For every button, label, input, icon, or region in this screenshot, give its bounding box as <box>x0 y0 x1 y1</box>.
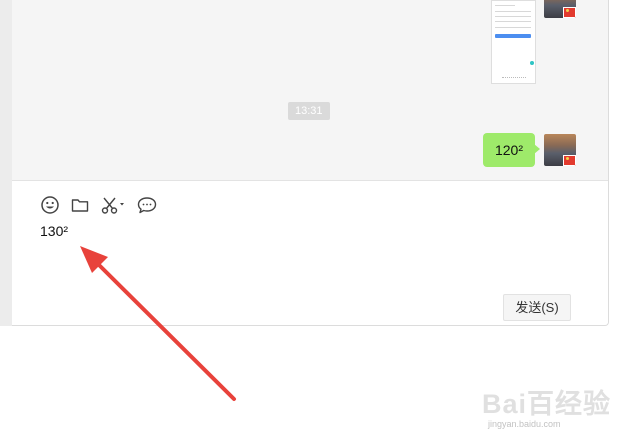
message-input[interactable]: 130² <box>40 223 68 239</box>
baidu-jingyan-watermark: Bai百经验 jingyan.baidu.com <box>478 374 618 434</box>
emoji-icon[interactable] <box>40 195 60 215</box>
chat-history-icon[interactable] <box>136 195 158 215</box>
flag-icon <box>563 7 576 18</box>
avatar[interactable] <box>544 0 576 18</box>
avatar[interactable] <box>544 134 576 166</box>
left-panel-edge <box>0 0 12 326</box>
watermark-url: jingyan.baidu.com <box>488 419 561 429</box>
sent-message-bubble[interactable]: 120² <box>483 133 540 167</box>
message-area[interactable]: 13:31 120² <box>12 0 608 181</box>
message-timestamp: 13:31 <box>288 102 330 120</box>
watermark-logo: Bai百经验 <box>482 389 612 419</box>
folder-icon[interactable] <box>70 195 90 215</box>
chat-window: 13:31 120² 130² 发送(S) <box>12 0 609 326</box>
send-button[interactable]: 发送(S) <box>503 294 571 321</box>
composer[interactable]: 130² 发送(S) <box>12 181 608 325</box>
flag-icon <box>563 155 576 166</box>
screenshot-thumbnail[interactable] <box>491 0 536 84</box>
scissors-icon[interactable] <box>100 195 126 215</box>
